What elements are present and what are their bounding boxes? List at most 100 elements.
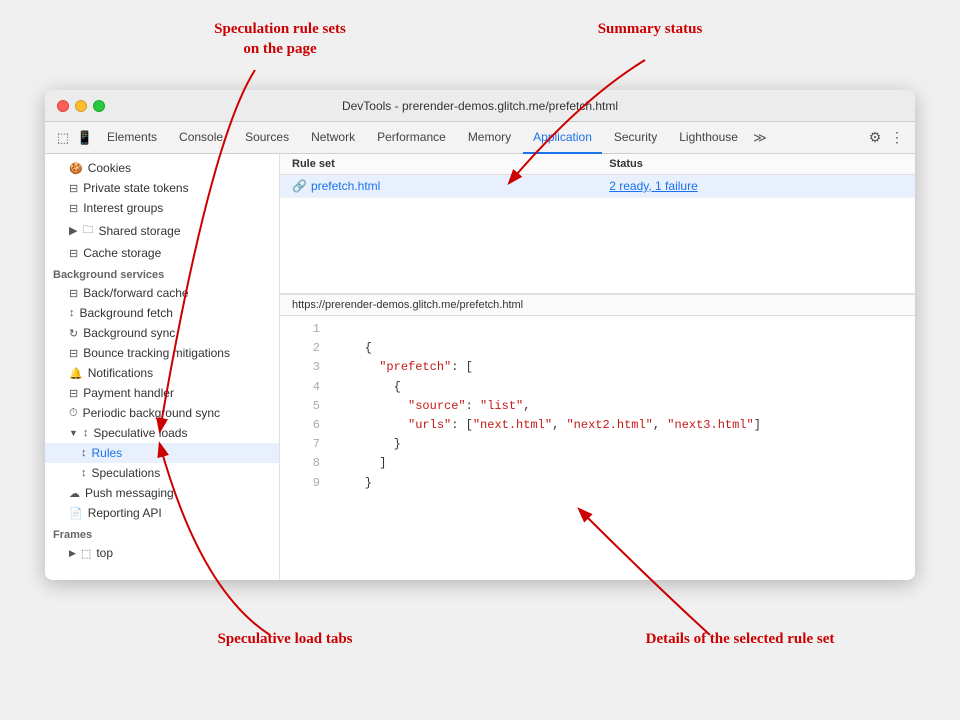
- report-icon: 📄: [69, 507, 83, 520]
- status-badge[interactable]: 2 ready, 1 failure: [609, 179, 698, 193]
- sidebar-item-rules[interactable]: ↕ Rules: [45, 443, 279, 463]
- devtools-body: 🍪 Cookies ⊟ Private state tokens ⊟ Inter…: [45, 154, 915, 580]
- traffic-light-red[interactable]: [57, 100, 69, 112]
- more-options-icon[interactable]: ⋮: [887, 128, 907, 148]
- tab-security[interactable]: Security: [604, 122, 667, 154]
- sidebar-item-private-state-tokens[interactable]: ⊟ Private state tokens: [45, 178, 279, 198]
- line-num-3: 3: [288, 358, 320, 377]
- devtools-toolbar: ⬚ 📱 Elements Console Sources Network Per…: [45, 122, 915, 154]
- group-icon: ⊟: [69, 202, 78, 215]
- tab-memory[interactable]: Memory: [458, 122, 521, 154]
- traffic-light-yellow[interactable]: [75, 100, 87, 112]
- col-rule-set: Rule set: [280, 154, 597, 175]
- line-code-6: "urls": ["next.html", "next2.html", "nex…: [336, 416, 761, 435]
- push-icon: ☁: [69, 487, 80, 500]
- line-num-4: 4: [288, 378, 320, 397]
- device-icon[interactable]: 📱: [75, 128, 95, 148]
- line-num-7: 7: [288, 435, 320, 454]
- sidebar-item-backforward[interactable]: ⊟ Back/forward cache: [45, 283, 279, 303]
- sidebar-item-bounce-tracking[interactable]: ⊟ Bounce tracking mitigations: [45, 343, 279, 363]
- col-status: Status: [597, 154, 915, 175]
- tab-network[interactable]: Network: [301, 122, 365, 154]
- inspect-icon[interactable]: ⬚: [53, 128, 73, 148]
- sync-icon: ↻: [69, 327, 78, 340]
- sidebar-item-shared-storage[interactable]: ▶ 🗀 Shared storage: [45, 218, 279, 243]
- line-code-9: }: [336, 474, 372, 493]
- line-num-2: 2: [288, 339, 320, 358]
- rule-set-cell[interactable]: 🔗 prefetch.html: [280, 175, 597, 198]
- annotation-details-selected: Details of the selected rule set: [610, 630, 870, 650]
- sidebar-item-speculations[interactable]: ↕ Speculations: [45, 463, 279, 483]
- bounce-icon: ⊟: [69, 347, 78, 360]
- annotation-summary-status: Summary status: [570, 20, 730, 40]
- background-services-section: Background services: [45, 263, 279, 283]
- sidebar-item-push-messaging[interactable]: ☁ Push messaging: [45, 483, 279, 503]
- cache-icon: ⊟: [69, 247, 78, 260]
- expand-icon: ▼: [69, 428, 78, 438]
- traffic-light-green[interactable]: [93, 100, 105, 112]
- sidebar-item-notifications[interactable]: 🔔 Notifications: [45, 363, 279, 383]
- annotation-speculation-rule-sets: Speculation rule setson the page: [180, 20, 380, 59]
- line-num-8: 8: [288, 454, 320, 473]
- tab-sources[interactable]: Sources: [235, 122, 299, 154]
- payment-icon: ⊟: [69, 387, 78, 400]
- rules-icon: ↕: [81, 447, 87, 459]
- line-code-2: {: [336, 339, 372, 358]
- code-line-1: 1: [280, 320, 915, 339]
- more-tabs-icon[interactable]: ≫: [750, 128, 770, 148]
- link-icon: 🔗: [292, 179, 307, 193]
- frame-icon: ⬚: [81, 547, 91, 560]
- token-icon: ⊟: [69, 182, 78, 195]
- expand-frames-icon: ▶: [69, 548, 76, 559]
- specload-icon: ↕: [83, 427, 89, 439]
- sidebar: 🍪 Cookies ⊟ Private state tokens ⊟ Inter…: [45, 154, 280, 580]
- sidebar-item-background-sync[interactable]: ↻ Background sync: [45, 323, 279, 343]
- periodic-icon: ⏱: [69, 407, 78, 420]
- tab-performance[interactable]: Performance: [367, 122, 456, 154]
- status-cell: 2 ready, 1 failure: [597, 175, 915, 198]
- sidebar-item-payment[interactable]: ⊟ Payment handler: [45, 383, 279, 403]
- line-code-7: }: [336, 435, 401, 454]
- line-num-9: 9: [288, 474, 320, 493]
- code-panel: 1 2 { 3 "prefetch": [ 4 {: [280, 316, 915, 580]
- tab-application[interactable]: Application: [523, 122, 602, 154]
- main-panel: Rule set Status 🔗 prefetch.html: [280, 154, 915, 580]
- code-line-5: 5 "source": "list",: [280, 397, 915, 416]
- traffic-lights: [57, 100, 105, 112]
- line-num-6: 6: [288, 416, 320, 435]
- code-line-4: 4 {: [280, 378, 915, 397]
- code-line-7: 7 }: [280, 435, 915, 454]
- annotation-speculative-load-tabs: Speculative load tabs: [185, 630, 385, 650]
- rule-table: Rule set Status 🔗 prefetch.html: [280, 154, 915, 198]
- line-num-5: 5: [288, 397, 320, 416]
- line-code-3: "prefetch": [: [336, 358, 473, 377]
- code-line-6: 6 "urls": ["next.html", "next2.html", "n…: [280, 416, 915, 435]
- tab-console[interactable]: Console: [169, 122, 233, 154]
- settings-icon[interactable]: ⚙: [865, 128, 885, 148]
- top-panel: Rule set Status 🔗 prefetch.html: [280, 154, 915, 294]
- table-row[interactable]: 🔗 prefetch.html 2 ready, 1 failure: [280, 175, 915, 198]
- sidebar-item-cookies[interactable]: 🍪 Cookies: [45, 158, 279, 178]
- title-bar: DevTools - prerender-demos.glitch.me/pre…: [45, 90, 915, 122]
- tab-lighthouse[interactable]: Lighthouse: [669, 122, 748, 154]
- line-code-4: {: [336, 378, 401, 397]
- browser-window: DevTools - prerender-demos.glitch.me/pre…: [45, 90, 915, 580]
- cookie-icon: 🍪: [69, 162, 83, 175]
- tab-elements[interactable]: Elements: [97, 122, 167, 154]
- sidebar-item-interest-groups[interactable]: ⊟ Interest groups: [45, 198, 279, 218]
- bottom-panel: https://prerender-demos.glitch.me/prefet…: [280, 294, 915, 580]
- sidebar-item-frames-top[interactable]: ▶ ⬚ top: [45, 543, 279, 563]
- shared-icon: ▶: [69, 224, 77, 237]
- folder-icon: 🗀: [82, 221, 93, 240]
- sidebar-item-speculative-loads[interactable]: ▼ ↕ Speculative loads: [45, 423, 279, 443]
- notif-icon: 🔔: [69, 367, 83, 380]
- sidebar-item-periodic-sync[interactable]: ⏱ Periodic background sync: [45, 403, 279, 423]
- sidebar-item-reporting-api[interactable]: 📄 Reporting API: [45, 503, 279, 523]
- code-line-8: 8 ]: [280, 454, 915, 473]
- sidebar-item-background-fetch[interactable]: ↕ Background fetch: [45, 303, 279, 323]
- rule-set-link[interactable]: 🔗 prefetch.html: [292, 179, 585, 193]
- spec-icon: ↕: [81, 467, 87, 479]
- sidebar-item-cache-storage[interactable]: ⊟ Cache storage: [45, 243, 279, 263]
- line-num-1: 1: [288, 320, 320, 339]
- window-title: DevTools - prerender-demos.glitch.me/pre…: [342, 99, 618, 113]
